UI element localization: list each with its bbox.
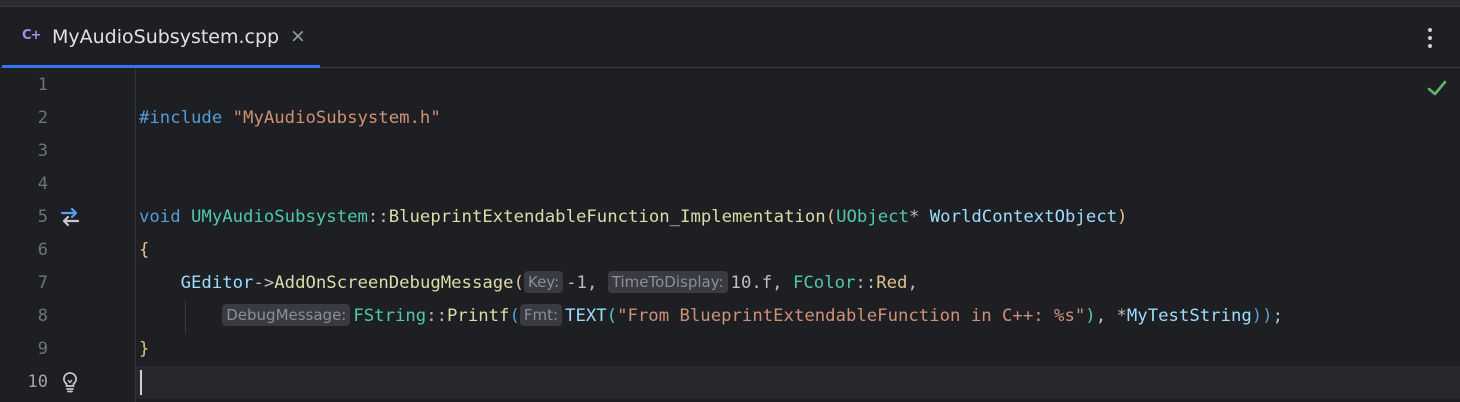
param-hint-key: Key: [523, 271, 564, 293]
geditor-object: GEditor [180, 273, 254, 293]
code-line-6[interactable]: { [139, 234, 149, 267]
code-line-5[interactable]: void UMyAudioSubsystem::BlueprintExtenda… [139, 201, 1127, 234]
printf-function: Printf [447, 306, 510, 326]
scope-operator: :: [426, 306, 448, 326]
param-type: UObject [836, 207, 909, 227]
more-options-icon[interactable] [1418, 23, 1442, 53]
code-line-8[interactable]: DebugMessage: FString::Printf(Fmt: TEXT("F… [139, 300, 1283, 333]
editor-tab-bar: C+ MyAudioSubsystem.cpp × [0, 6, 1460, 68]
text-macro: TEXT [565, 306, 607, 326]
implementation-arrows-icon[interactable] [58, 205, 82, 229]
format-string: "From BlueprintExtendableFunction in C++… [617, 306, 1086, 326]
tab-myaudiosubsystem-cpp[interactable]: C+ MyAudioSubsystem.cpp × [2, 7, 320, 68]
line-number-1: 1 [37, 75, 48, 95]
tab-title: MyAudioSubsystem.cpp [52, 26, 280, 48]
open-brace: { [139, 240, 150, 260]
void-keyword: void [139, 207, 181, 227]
fcolor-class: FColor [792, 273, 856, 293]
cpp-file-icon: C+ [22, 28, 41, 43]
text-caret [140, 370, 142, 395]
paren-open: ( [509, 306, 520, 326]
arrow-operator: -> [253, 273, 275, 293]
include-directive: #include [139, 108, 223, 128]
code-line-9[interactable]: } [139, 333, 149, 366]
lightbulb-icon[interactable] [58, 370, 82, 394]
code-editor[interactable]: 1 2 3 4 5 6 7 8 9 10 #include "MyAudioSu… [0, 68, 1460, 402]
code-line-7[interactable]: GEditor->AddOnScreenDebugMessage(Key: -1,… [139, 267, 918, 300]
line-number-9: 9 [37, 339, 48, 359]
editor-gutter: 1 2 3 4 5 6 7 8 9 10 [0, 68, 136, 402]
line-number-6: 6 [37, 240, 48, 260]
paren-open: ( [825, 207, 837, 227]
key-value: -1, [566, 273, 598, 293]
param-name: WorldContextObject [929, 207, 1118, 227]
time-value: 10.f, [730, 273, 783, 293]
line-number-10: 10 [27, 372, 48, 392]
line-number-5: 5 [37, 207, 48, 227]
pointer-star: * [908, 207, 920, 227]
line-number-4: 4 [37, 174, 48, 194]
test-string-var: MyTestString [1126, 306, 1252, 326]
paren-close: ) [1117, 207, 1128, 227]
param-hint-fmt: Fmt: [519, 304, 563, 326]
text-paren-close: ) [1085, 306, 1096, 326]
debug-message-function: AddOnScreenDebugMessage [274, 273, 514, 293]
color-red: Red [876, 273, 908, 293]
scope-operator: :: [855, 273, 877, 293]
class-name: UMyAudioSubsystem [191, 207, 368, 227]
comma: , [907, 273, 918, 293]
line-number-3: 3 [37, 141, 48, 161]
parens-close: )) [1251, 306, 1273, 326]
fstring-class: FString [353, 306, 427, 326]
current-line-highlight [0, 366, 1460, 399]
line-number-2: 2 [37, 108, 48, 128]
function-name: BlueprintExtendableFunction_Implementati… [388, 207, 826, 227]
close-brace: } [139, 339, 150, 359]
include-path-string: "MyAudioSubsystem.h" [232, 108, 441, 128]
close-tab-icon[interactable]: × [290, 25, 306, 47]
param-hint-time-to-display: TimeToDisplay: [607, 271, 728, 293]
paren-open: ( [513, 273, 524, 293]
comma-deref: , * [1095, 306, 1127, 326]
line-number-7: 7 [37, 273, 48, 293]
semicolon: ; [1272, 306, 1283, 326]
line-number-8: 8 [37, 306, 48, 326]
text-paren-open: ( [606, 306, 618, 326]
code-line-2[interactable]: #include "MyAudioSubsystem.h" [139, 102, 441, 135]
scope-operator: :: [367, 207, 389, 227]
checkmark-icon[interactable] [1426, 78, 1448, 98]
param-hint-debug-message: DebugMessage: [222, 304, 351, 326]
